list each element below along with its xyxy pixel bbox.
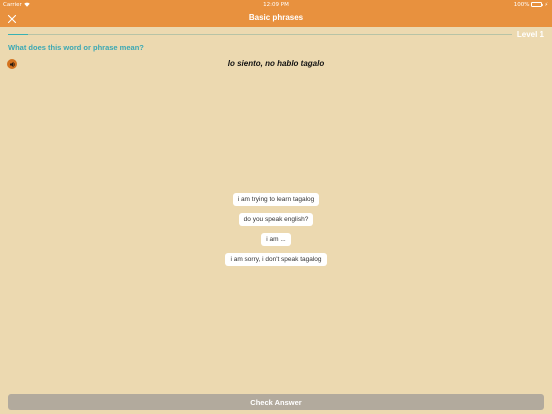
level-progress-fill xyxy=(8,34,29,35)
level-label: Level 1 xyxy=(516,30,544,39)
page-title: Basic phrases xyxy=(248,13,304,22)
battery-percent: 100% xyxy=(513,1,530,8)
answer-option[interactable]: do you speak english? xyxy=(238,213,314,226)
question-prompt: What does this word or phrase mean? xyxy=(8,43,144,52)
status-time: 12:09 PM xyxy=(263,1,289,8)
answer-options: i am trying to learn tagalog do you spea… xyxy=(0,193,552,266)
target-phrase: lo siento, no hablo tagalo xyxy=(227,59,325,68)
battery-status: 100% ⚡ xyxy=(514,2,548,8)
status-bar: Carrier 12:09 PM 100% ⚡ xyxy=(0,0,552,9)
answer-option[interactable]: i am trying to learn tagalog xyxy=(232,193,320,206)
check-answer-button[interactable]: Check Answer xyxy=(8,394,544,410)
answer-option[interactable]: i am sorry, i don't speak tagalog xyxy=(225,253,327,266)
charging-icon: ⚡ xyxy=(544,1,548,8)
answer-option[interactable]: i am ... xyxy=(261,233,291,246)
level-progress-bar xyxy=(8,34,512,35)
navigation-bar: Basic phrases xyxy=(0,9,552,27)
battery-icon xyxy=(531,2,544,7)
